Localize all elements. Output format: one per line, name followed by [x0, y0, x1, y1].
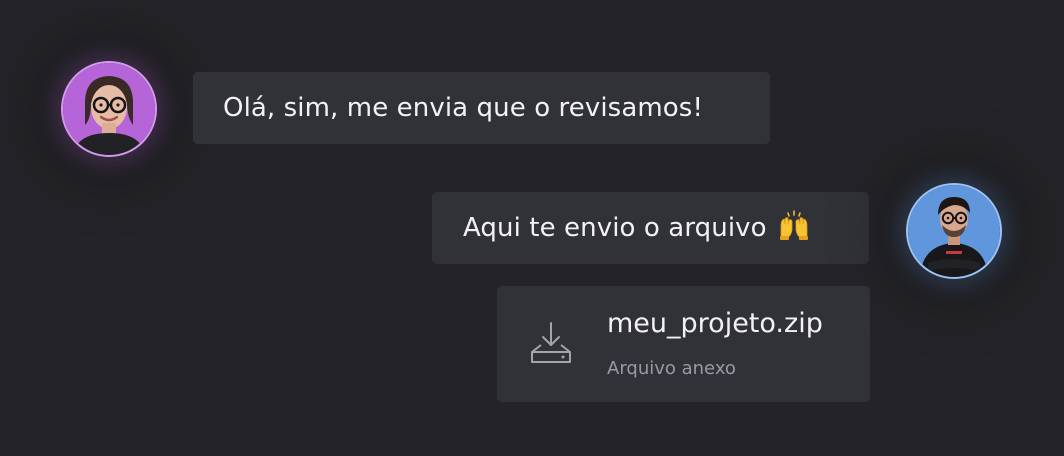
- message-text: Olá, sim, me envia que o revisamos!: [223, 93, 703, 123]
- raising-hands-icon: [777, 209, 811, 247]
- message-bubble-incoming: Olá, sim, me envia que o revisamos!: [193, 72, 770, 144]
- file-subtitle: Arquivo anexo: [607, 358, 736, 379]
- avatar-left-portrait: [63, 63, 155, 155]
- message-bubble-outgoing: Aqui te envio o arquivo: [432, 192, 869, 264]
- avatar-left-user: [61, 61, 157, 157]
- message-text: Aqui te envio o arquivo: [463, 213, 767, 243]
- download-icon[interactable]: [528, 321, 574, 365]
- avatar-right-portrait: [908, 185, 1000, 277]
- avatar-right-user: [906, 183, 1002, 279]
- file-name[interactable]: meu_projeto.zip: [607, 308, 823, 339]
- file-attachment-card[interactable]: meu_projeto.zip Arquivo anexo: [497, 286, 870, 402]
